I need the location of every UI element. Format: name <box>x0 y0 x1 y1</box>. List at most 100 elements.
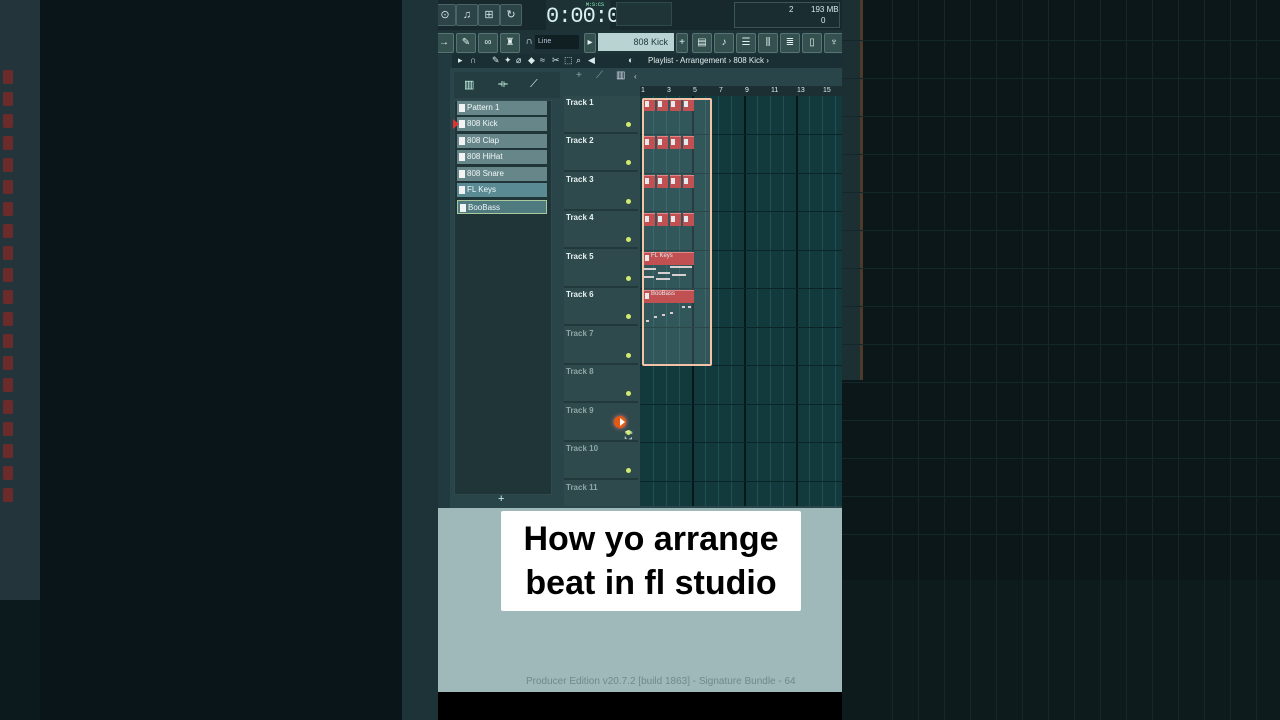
memory-value: 193 MB <box>811 5 839 14</box>
zoom-icon[interactable]: ⌕ <box>576 55 581 66</box>
background-red-block <box>3 334 13 348</box>
track-mute-led[interactable] <box>626 122 631 127</box>
grid-line <box>822 96 823 506</box>
track-mute-led[interactable] <box>626 314 631 319</box>
channel-rack-icon[interactable]: ☰ <box>736 33 756 53</box>
background-red-block <box>3 378 13 392</box>
track-mute-led[interactable] <box>626 353 631 358</box>
track-header[interactable]: Track 5 <box>564 250 638 288</box>
arrow-right-icon[interactable]: → <box>438 33 454 53</box>
track-mute-led[interactable] <box>626 276 631 281</box>
select-icon[interactable]: ⬚ <box>564 55 573 66</box>
grid-row-line <box>640 404 842 405</box>
background-grid-row <box>842 230 1280 231</box>
track-header[interactable]: Track 7 <box>564 327 638 365</box>
mute-icon[interactable]: ◆ <box>528 55 535 66</box>
delete-icon[interactable]: ⌀ <box>516 55 521 66</box>
grid-line <box>757 96 758 506</box>
snap-magnet-icon[interactable]: ∩ <box>470 55 476 65</box>
ruler-tick: 11 <box>771 87 779 94</box>
picker-item-808-snare[interactable]: 808 Snare <box>457 167 547 181</box>
top-toolbar: ⊙ ♫ ⊞ ↻ 0:00:00 M:S:CS 2 193 MB 0 <box>438 0 842 30</box>
slice-icon[interactable]: ✂ <box>552 55 560 66</box>
mixer-icon[interactable]: ⫼ <box>758 33 778 53</box>
playback-icon[interactable]: ◀ <box>588 55 595 66</box>
add-pattern-plus-icon[interactable]: + <box>498 493 504 505</box>
track-mute-led[interactable] <box>626 160 631 165</box>
menu-arrow-icon[interactable]: ▸ <box>458 55 463 66</box>
track-name: Track 6 <box>566 290 594 299</box>
plugin-icon[interactable]: ♆ <box>824 33 842 53</box>
track-header[interactable]: Track 8 <box>564 365 638 403</box>
track-mute-led[interactable] <box>626 199 631 204</box>
ruler-tick: 3 <box>667 87 671 94</box>
background-red-block <box>3 70 13 84</box>
track-header[interactable]: Track 3 <box>564 173 638 211</box>
background-grid-row <box>842 382 1280 383</box>
audio-picker-icon[interactable]: ⟋ <box>530 78 538 91</box>
track-header[interactable]: Track 2 <box>564 134 638 172</box>
picker-item-pattern1[interactable]: Pattern 1 <box>457 101 547 115</box>
background-grid-line <box>1230 0 1231 720</box>
picker-item-808-clap[interactable]: 808 Clap <box>457 134 547 148</box>
back-arrow-icon[interactable]: ‹ <box>634 72 637 81</box>
group-icon[interactable]: ▥ <box>616 70 625 81</box>
track-name: Track 5 <box>566 252 594 261</box>
link-icon[interactable]: ∞ <box>478 33 498 53</box>
background-red-block <box>3 466 13 480</box>
background-red-block <box>3 246 13 260</box>
pattern-icon <box>459 153 465 161</box>
browser-icon[interactable]: ≣ <box>780 33 800 53</box>
picker-item-boobass[interactable]: BooBass <box>457 200 547 214</box>
playlist-grid[interactable]: FL Keys BooBass <box>640 96 842 506</box>
add-pattern-icon[interactable]: + <box>676 33 688 53</box>
file-icon[interactable]: ▯ <box>802 33 822 53</box>
track-mute-led[interactable] <box>626 468 631 473</box>
loop-icon[interactable]: ↻ <box>500 4 522 26</box>
automation-picker-icon[interactable]: ⟛ <box>498 78 508 91</box>
record-icon[interactable]: ⊙ <box>438 4 456 26</box>
slip-icon[interactable]: ≈ <box>540 55 545 65</box>
cpu-value: 2 <box>789 5 794 14</box>
resize-icon[interactable]: ⟋ <box>596 70 603 81</box>
picker-item-label: Pattern 1 <box>467 103 500 112</box>
selection-box[interactable] <box>642 98 712 366</box>
piano-roll-icon[interactable]: ♪ <box>714 33 734 53</box>
time-display[interactable]: 0:00:00 M:S:CS <box>546 0 632 30</box>
step-icon[interactable]: ⊞ <box>478 4 500 26</box>
paint-icon[interactable]: ✦ <box>504 55 512 66</box>
picker-item-808-hihat[interactable]: 808 HiHat <box>457 150 547 164</box>
snap-select[interactable]: Line <box>535 35 579 49</box>
add-track-icon[interactable]: + <box>576 70 582 81</box>
track-mute-led[interactable] <box>626 237 631 242</box>
picker-item-fl-keys[interactable]: FL Keys <box>457 183 547 197</box>
grid-line <box>718 96 719 506</box>
pattern-icon <box>459 170 465 178</box>
background-grid-line <box>918 0 919 720</box>
stamp-icon[interactable]: ♜ <box>500 33 520 53</box>
track-header[interactable]: Track 10 <box>564 442 638 480</box>
track-mute-led[interactable] <box>626 391 631 396</box>
track-header[interactable]: Track 6 <box>564 288 638 326</box>
prev-pattern-icon[interactable]: ▸ <box>584 33 596 53</box>
ruler-tick: 7 <box>719 87 723 94</box>
picker-item-label: BooBass <box>468 203 501 212</box>
picker-item-808-kick[interactable]: 808 Kick <box>453 117 547 131</box>
playlist-window: ▥ ⟛ ⟋ + ⟋ ▥ ‹ Pattern 1 808 Kick 808 Cla… <box>450 68 842 519</box>
timeline-ruler[interactable]: 1 3 5 7 9 11 13 15 <box>640 86 842 96</box>
pattern-picker-icon[interactable]: ▥ <box>464 78 474 91</box>
ruler-tick: 9 <box>745 87 749 94</box>
background-right-blur <box>842 0 1280 720</box>
grid-line <box>783 96 784 506</box>
tempo-icon[interactable]: ♫ <box>456 4 478 26</box>
background-panel <box>40 0 402 720</box>
time-format-label: M:S:CS <box>586 2 605 8</box>
background-grid-line <box>970 0 971 720</box>
pattern-icon <box>459 137 465 145</box>
brush-icon[interactable]: ✎ <box>456 33 476 53</box>
draw-icon[interactable]: ✎ <box>492 55 500 66</box>
playlist-icon[interactable]: ▤ <box>692 33 712 53</box>
pattern-selector[interactable]: 808 Kick <box>598 33 674 51</box>
track-header[interactable]: Track 4 <box>564 211 638 249</box>
track-header[interactable]: Track 1 <box>564 96 638 134</box>
